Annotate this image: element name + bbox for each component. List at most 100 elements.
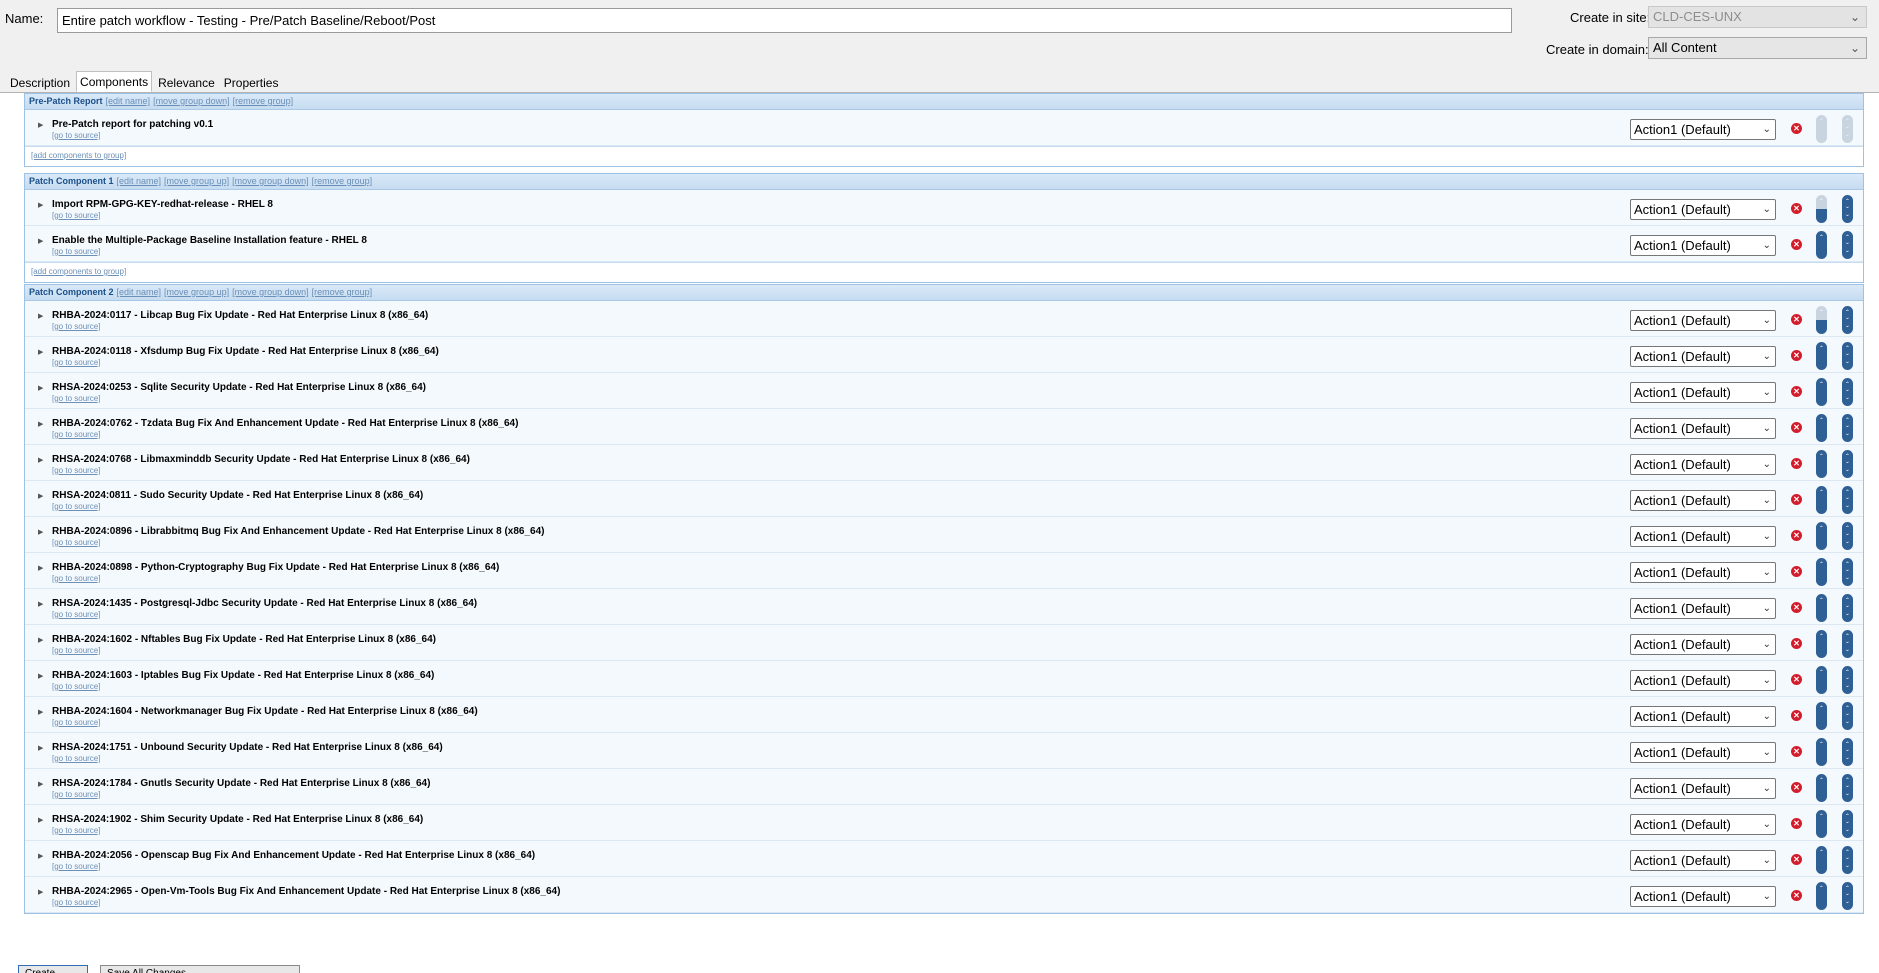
move-down-icon[interactable]: ˆˇˇ: [1842, 486, 1853, 514]
save-all-changes-button[interactable]: Save All Changes: [100, 965, 300, 973]
expand-triangle-icon[interactable]: ▶: [38, 348, 43, 356]
move-up-icon[interactable]: ˆ: [1816, 450, 1827, 478]
move-down-icon[interactable]: ˆˇˇ: [1842, 450, 1853, 478]
go-to-source-link[interactable]: [go to source]: [52, 502, 100, 511]
remove-component-icon[interactable]: ✕: [1791, 458, 1802, 469]
action-select[interactable]: Action1 (Default) ⌄: [1630, 814, 1776, 835]
remove-component-icon[interactable]: ✕: [1791, 782, 1802, 793]
move-up-icon[interactable]: ˆ: [1816, 115, 1827, 143]
expand-triangle-icon[interactable]: ▶: [38, 636, 43, 644]
action-select[interactable]: Action1 (Default) ⌄: [1630, 778, 1776, 799]
go-to-source-link[interactable]: [go to source]: [52, 862, 100, 871]
expand-triangle-icon[interactable]: ▶: [38, 672, 43, 680]
go-to-source-link[interactable]: [go to source]: [52, 682, 100, 691]
move-up-icon[interactable]: ˆ: [1816, 414, 1827, 442]
move-up-icon[interactable]: ˆ: [1816, 882, 1827, 910]
action-select[interactable]: Action1 (Default) ⌄: [1630, 490, 1776, 511]
remove-component-icon[interactable]: ✕: [1791, 818, 1802, 829]
expand-triangle-icon[interactable]: ▶: [38, 780, 43, 788]
move-up-icon[interactable]: ˆ: [1816, 522, 1827, 550]
move-down-icon[interactable]: ˆˇˇ: [1842, 738, 1853, 766]
expand-triangle-icon[interactable]: ▶: [38, 237, 43, 245]
go-to-source-link[interactable]: [go to source]: [52, 247, 100, 256]
tab-description[interactable]: Description: [7, 72, 73, 93]
remove-component-icon[interactable]: ✕: [1791, 710, 1802, 721]
remove-component-icon[interactable]: ✕: [1791, 566, 1802, 577]
go-to-source-link[interactable]: [go to source]: [52, 430, 100, 439]
move-down-icon[interactable]: ˆˇˇ: [1842, 306, 1853, 334]
action-select[interactable]: Action1 (Default) ⌄: [1630, 526, 1776, 547]
remove-component-icon[interactable]: ✕: [1791, 674, 1802, 685]
action-select[interactable]: Action1 (Default) ⌄: [1630, 119, 1776, 140]
expand-triangle-icon[interactable]: ▶: [38, 600, 43, 608]
go-to-source-link[interactable]: [go to source]: [52, 211, 100, 220]
action-select[interactable]: Action1 (Default) ⌄: [1630, 310, 1776, 331]
go-to-source-link[interactable]: [go to source]: [52, 466, 100, 475]
action-select[interactable]: Action1 (Default) ⌄: [1630, 199, 1776, 220]
move-group-down-link[interactable]: [move group down]: [153, 96, 230, 106]
remove-component-icon[interactable]: ✕: [1791, 494, 1802, 505]
go-to-source-link[interactable]: [go to source]: [52, 322, 100, 331]
move-down-icon[interactable]: ˆˇˇ: [1842, 630, 1853, 658]
move-up-icon[interactable]: ˆ: [1816, 738, 1827, 766]
create-in-domain-select[interactable]: All Content ⌄: [1648, 37, 1867, 59]
remove-component-icon[interactable]: ✕: [1791, 602, 1802, 613]
move-down-icon[interactable]: ˆˇˇ: [1842, 846, 1853, 874]
action-select[interactable]: Action1 (Default) ⌄: [1630, 454, 1776, 475]
add-components-link[interactable]: [add components to group]: [31, 151, 126, 160]
remove-component-icon[interactable]: ✕: [1791, 746, 1802, 757]
move-up-icon[interactable]: ˆ: [1816, 195, 1827, 223]
go-to-source-link[interactable]: [go to source]: [52, 898, 100, 907]
move-down-icon[interactable]: ˆˇˇ: [1842, 810, 1853, 838]
move-down-icon[interactable]: ˆˇˇ: [1842, 666, 1853, 694]
action-select[interactable]: Action1 (Default) ⌄: [1630, 346, 1776, 367]
go-to-source-link[interactable]: [go to source]: [52, 610, 100, 619]
expand-triangle-icon[interactable]: ▶: [38, 312, 43, 320]
move-up-icon[interactable]: ˆ: [1816, 306, 1827, 334]
action-select[interactable]: Action1 (Default) ⌄: [1630, 670, 1776, 691]
move-up-icon[interactable]: ˆ: [1816, 231, 1827, 259]
move-down-icon[interactable]: ˆˇˇ: [1842, 774, 1853, 802]
create-button[interactable]: Create: [18, 965, 88, 973]
go-to-source-link[interactable]: [go to source]: [52, 826, 100, 835]
go-to-source-link[interactable]: [go to source]: [52, 394, 100, 403]
expand-triangle-icon[interactable]: ▶: [38, 816, 43, 824]
remove-component-icon[interactable]: ✕: [1791, 854, 1802, 865]
action-select[interactable]: Action1 (Default) ⌄: [1630, 418, 1776, 439]
remove-component-icon[interactable]: ✕: [1791, 638, 1802, 649]
tab-components[interactable]: Components: [76, 71, 153, 92]
move-group-down-link[interactable]: [move group down]: [232, 176, 309, 186]
move-down-icon[interactable]: ˆˇˇ: [1842, 522, 1853, 550]
move-up-icon[interactable]: ˆ: [1816, 594, 1827, 622]
remove-component-icon[interactable]: ✕: [1791, 386, 1802, 397]
move-down-icon[interactable]: ˆˇˇ: [1842, 414, 1853, 442]
move-group-up-link[interactable]: [move group up]: [164, 287, 229, 297]
expand-triangle-icon[interactable]: ▶: [38, 420, 43, 428]
move-up-icon[interactable]: ˆ: [1816, 846, 1827, 874]
tab-properties[interactable]: Properties: [221, 72, 282, 93]
expand-triangle-icon[interactable]: ▶: [38, 492, 43, 500]
move-down-icon[interactable]: ˆˇˇ: [1842, 702, 1853, 730]
action-select[interactable]: Action1 (Default) ⌄: [1630, 706, 1776, 727]
tab-relevance[interactable]: Relevance: [155, 72, 218, 93]
move-up-icon[interactable]: ˆ: [1816, 630, 1827, 658]
remove-group-link[interactable]: [remove group]: [233, 96, 294, 106]
expand-triangle-icon[interactable]: ▶: [38, 121, 43, 129]
remove-component-icon[interactable]: ✕: [1791, 314, 1802, 325]
move-up-icon[interactable]: ˆ: [1816, 486, 1827, 514]
move-group-down-link[interactable]: [move group down]: [232, 287, 309, 297]
move-up-icon[interactable]: ˆ: [1816, 342, 1827, 370]
move-group-up-link[interactable]: [move group up]: [164, 176, 229, 186]
move-down-icon[interactable]: ˆˇˇ: [1842, 882, 1853, 910]
action-select[interactable]: Action1 (Default) ⌄: [1630, 562, 1776, 583]
go-to-source-link[interactable]: [go to source]: [52, 131, 100, 140]
expand-triangle-icon[interactable]: ▶: [38, 888, 43, 896]
move-up-icon[interactable]: ˆ: [1816, 774, 1827, 802]
expand-triangle-icon[interactable]: ▶: [38, 384, 43, 392]
expand-triangle-icon[interactable]: ▶: [38, 564, 43, 572]
go-to-source-link[interactable]: [go to source]: [52, 646, 100, 655]
remove-component-icon[interactable]: ✕: [1791, 239, 1802, 250]
go-to-source-link[interactable]: [go to source]: [52, 574, 100, 583]
action-select[interactable]: Action1 (Default) ⌄: [1630, 850, 1776, 871]
edit-name-link[interactable]: [edit name]: [117, 176, 162, 186]
